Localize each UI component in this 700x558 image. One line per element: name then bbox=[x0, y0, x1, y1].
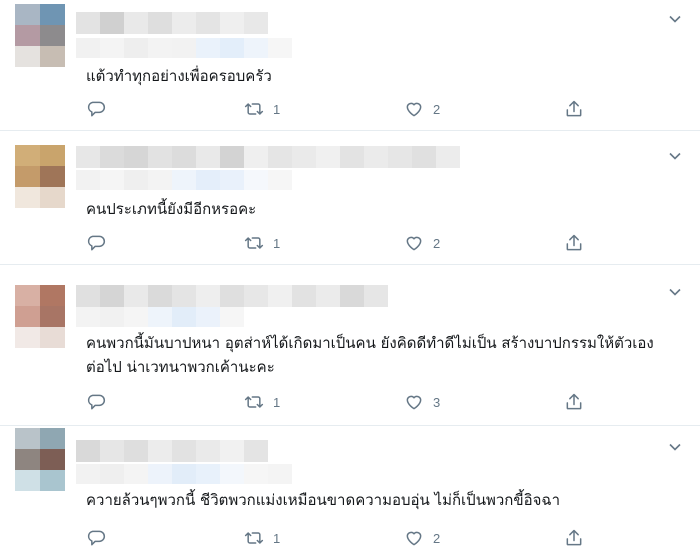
heart-icon bbox=[406, 102, 422, 117]
tweet-actions: 1 2 bbox=[86, 527, 586, 549]
like-count: 3 bbox=[433, 394, 441, 410]
avatar[interactable] bbox=[15, 4, 65, 68]
like-button[interactable]: 2 bbox=[404, 527, 440, 549]
share-button[interactable] bbox=[564, 391, 584, 413]
retweet-icon bbox=[244, 396, 264, 408]
tweet-text: คนประเภทนี้ยังมีอีกหรอคะ bbox=[86, 200, 257, 218]
retweet-count: 1 bbox=[273, 530, 281, 546]
reply-icon bbox=[87, 101, 106, 117]
like-count: 2 bbox=[433, 530, 441, 546]
chevron-down-icon[interactable] bbox=[668, 12, 682, 26]
retweet-button[interactable]: 1 bbox=[244, 98, 280, 120]
reply-icon bbox=[87, 530, 106, 546]
author-name-redacted[interactable] bbox=[76, 146, 460, 168]
tweet[interactable]: คนประเภทนี้ยังมีอีกหรอคะ 1 2 bbox=[0, 131, 700, 265]
chevron-down-icon[interactable] bbox=[668, 149, 682, 163]
like-count: 2 bbox=[433, 101, 441, 117]
author-name-redacted[interactable] bbox=[76, 12, 268, 34]
chevron-down-icon[interactable] bbox=[668, 285, 682, 299]
tweet-actions: 1 2 bbox=[86, 232, 586, 254]
share-icon bbox=[566, 529, 582, 546]
retweet-icon bbox=[244, 103, 264, 115]
reply-icon bbox=[87, 235, 106, 251]
retweet-count: 1 bbox=[273, 394, 281, 410]
tweet[interactable]: ควายล้วนๆพวกนี้ ชีวิตพวกแม่งเหมือนขาดควา… bbox=[0, 426, 700, 558]
author-name-redacted[interactable] bbox=[76, 440, 268, 462]
retweet-count: 1 bbox=[273, 235, 281, 251]
reply-button[interactable] bbox=[86, 232, 115, 254]
share-button[interactable] bbox=[564, 98, 584, 120]
share-button[interactable] bbox=[564, 232, 584, 254]
tweet[interactable]: แต้วทำทุกอย่างเพื่อครอบครัว 1 2 bbox=[0, 0, 700, 131]
avatar[interactable] bbox=[15, 428, 65, 492]
share-icon bbox=[566, 393, 582, 410]
retweet-icon bbox=[244, 237, 264, 249]
share-button[interactable] bbox=[564, 527, 584, 549]
author-handle-redacted[interactable] bbox=[76, 464, 292, 484]
heart-icon bbox=[406, 236, 422, 251]
retweet-button[interactable]: 1 bbox=[244, 391, 280, 413]
tweet[interactable]: คนพวกนี้มันบาปหนา อุตส่าห์ได้เกิดมาเป็นค… bbox=[0, 265, 700, 426]
share-icon bbox=[566, 234, 582, 251]
tweet-actions: 1 2 bbox=[86, 98, 586, 120]
avatar[interactable] bbox=[15, 145, 65, 209]
avatar[interactable] bbox=[15, 285, 65, 349]
like-button[interactable]: 2 bbox=[404, 232, 440, 254]
like-button[interactable]: 2 bbox=[404, 98, 440, 120]
like-button[interactable]: 3 bbox=[404, 391, 440, 413]
retweet-count: 1 bbox=[273, 101, 281, 117]
reply-button[interactable] bbox=[86, 527, 115, 549]
tweet-text: แต้วทำทุกอย่างเพื่อครอบครัว bbox=[86, 67, 272, 85]
heart-icon bbox=[406, 531, 422, 546]
chevron-down-icon[interactable] bbox=[668, 440, 682, 454]
reply-icon bbox=[87, 394, 106, 410]
retweet-icon bbox=[244, 532, 264, 544]
reply-button[interactable] bbox=[86, 391, 115, 413]
tweet-text: ควายล้วนๆพวกนี้ ชีวิตพวกแม่งเหมือนขาดควา… bbox=[86, 491, 561, 509]
author-name-redacted[interactable] bbox=[76, 285, 388, 307]
share-icon bbox=[566, 100, 582, 117]
retweet-button[interactable]: 1 bbox=[244, 232, 280, 254]
author-handle-redacted[interactable] bbox=[76, 307, 244, 327]
tweet-actions: 1 3 bbox=[86, 391, 586, 413]
tweet-text: คนพวกนี้มันบาปหนา อุตส่าห์ได้เกิดมาเป็นค… bbox=[86, 334, 654, 376]
like-count: 2 bbox=[433, 235, 441, 251]
author-handle-redacted[interactable] bbox=[76, 38, 292, 58]
reply-button[interactable] bbox=[86, 98, 115, 120]
heart-icon bbox=[406, 395, 422, 410]
author-handle-redacted[interactable] bbox=[76, 170, 292, 190]
retweet-button[interactable]: 1 bbox=[244, 527, 280, 549]
